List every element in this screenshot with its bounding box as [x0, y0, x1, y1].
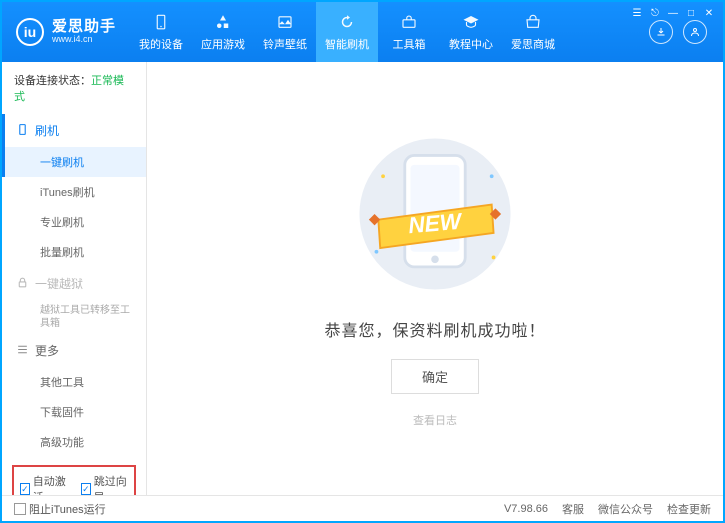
- check-empty-icon: [14, 503, 26, 515]
- sidebar-header-flash[interactable]: 刷机: [2, 114, 146, 147]
- success-message: 恭喜您，保资料刷机成功啦！: [324, 317, 545, 341]
- wallpaper-icon: [275, 12, 295, 32]
- close-icon[interactable]: ✕: [701, 6, 717, 20]
- sidebar-header-jailbreak[interactable]: 一键越狱: [2, 267, 146, 300]
- logo: iu 爱思助手 www.i4.cn: [2, 18, 130, 46]
- nav-label: 应用游戏: [201, 36, 245, 52]
- footer-link-wechat[interactable]: 微信公众号: [598, 501, 653, 517]
- nav-apps[interactable]: 应用游戏: [192, 2, 254, 62]
- toolbox-icon: [399, 12, 419, 32]
- nav-label: 工具箱: [393, 36, 426, 52]
- nav-ringtones[interactable]: 铃声壁纸: [254, 2, 316, 62]
- skip-guide-checkbox[interactable]: ✓ 跳过向导: [81, 473, 128, 495]
- checkbox-row-highlighted: ✓ 自动激活 ✓ 跳过向导: [12, 465, 136, 495]
- sidebar-item-download-fw[interactable]: 下载固件: [32, 397, 146, 427]
- refresh-icon: [337, 12, 357, 32]
- nav-label: 我的设备: [139, 36, 183, 52]
- nav-store[interactable]: 爱思商城: [502, 2, 564, 62]
- logo-icon: iu: [16, 18, 44, 46]
- nav-tutorials[interactable]: 教程中心: [440, 2, 502, 62]
- maximize-icon[interactable]: □: [683, 6, 699, 20]
- nav-smart-flash[interactable]: 智能刷机: [316, 2, 378, 62]
- footer: 阻止iTunes运行 V7.98.66 客服 微信公众号 检查更新: [2, 495, 723, 521]
- check-icon: ✓: [81, 483, 91, 495]
- apps-icon: [213, 12, 233, 32]
- nav-my-device[interactable]: 我的设备: [130, 2, 192, 62]
- nav-label: 教程中心: [449, 36, 493, 52]
- check-icon: ✓: [20, 483, 30, 495]
- svg-text:NEW: NEW: [407, 208, 464, 239]
- app-window: iu 爱思助手 www.i4.cn 我的设备 应用游戏 铃声壁纸 智能刷机: [0, 0, 725, 523]
- store-icon: [523, 12, 543, 32]
- minimize-icon[interactable]: —: [665, 6, 681, 20]
- footer-link-update[interactable]: 检查更新: [667, 501, 711, 517]
- nav-label: 智能刷机: [325, 36, 369, 52]
- sidebar: 设备连接状态：正常模式 刷机 一键刷机 iTunes刷机 专业刷机 批量刷机 一…: [2, 62, 147, 495]
- auto-activate-checkbox[interactable]: ✓ 自动激活: [20, 473, 67, 495]
- nav-label: 爱思商城: [511, 36, 555, 52]
- body: 设备连接状态：正常模式 刷机 一键刷机 iTunes刷机 专业刷机 批量刷机 一…: [2, 62, 723, 495]
- nav-label: 铃声壁纸: [263, 36, 307, 52]
- success-illustration: NEW: [330, 129, 540, 299]
- menu-icon[interactable]: ☰: [629, 6, 645, 20]
- jailbreak-note: 越狱工具已转移至工具箱: [32, 300, 146, 334]
- sidebar-item-oneclick[interactable]: 一键刷机: [2, 147, 146, 177]
- lock-icon[interactable]: ⎋: [647, 6, 663, 20]
- view-log-link[interactable]: 查看日志: [413, 412, 457, 428]
- sidebar-item-itunes[interactable]: iTunes刷机: [32, 177, 146, 207]
- lock-small-icon: [16, 276, 29, 292]
- phone-icon: [151, 12, 171, 32]
- phone-small-icon: [16, 123, 29, 139]
- main-content: NEW 恭喜您，保资料刷机成功啦！ 确定 查看日志: [147, 62, 723, 495]
- graduation-icon: [461, 12, 481, 32]
- footer-link-support[interactable]: 客服: [562, 501, 584, 517]
- connection-status: 设备连接状态：正常模式: [2, 62, 146, 114]
- section-flash: 刷机 一键刷机 iTunes刷机 专业刷机 批量刷机: [2, 114, 146, 267]
- block-itunes-checkbox[interactable]: 阻止iTunes运行: [14, 501, 106, 517]
- menu-small-icon: [16, 343, 29, 359]
- top-nav: 我的设备 应用游戏 铃声壁纸 智能刷机 工具箱 教程中心: [130, 2, 633, 62]
- sidebar-item-batch[interactable]: 批量刷机: [32, 237, 146, 267]
- sidebar-item-pro[interactable]: 专业刷机: [32, 207, 146, 237]
- section-more: 更多 其他工具 下载固件 高级功能: [2, 334, 146, 457]
- app-title: 爱思助手: [52, 19, 116, 36]
- sidebar-item-other[interactable]: 其他工具: [32, 367, 146, 397]
- version-label: V7.98.66: [504, 503, 548, 515]
- ok-button[interactable]: 确定: [391, 359, 479, 394]
- window-controls: ☰ ⎋ — □ ✕: [623, 2, 723, 24]
- sidebar-item-advanced[interactable]: 高级功能: [32, 427, 146, 457]
- sidebar-header-more[interactable]: 更多: [2, 334, 146, 367]
- app-url: www.i4.cn: [52, 35, 116, 45]
- section-jailbreak: 一键越狱 越狱工具已转移至工具箱: [2, 267, 146, 334]
- nav-toolbox[interactable]: 工具箱: [378, 2, 440, 62]
- titlebar: iu 爱思助手 www.i4.cn 我的设备 应用游戏 铃声壁纸 智能刷机: [2, 2, 723, 62]
